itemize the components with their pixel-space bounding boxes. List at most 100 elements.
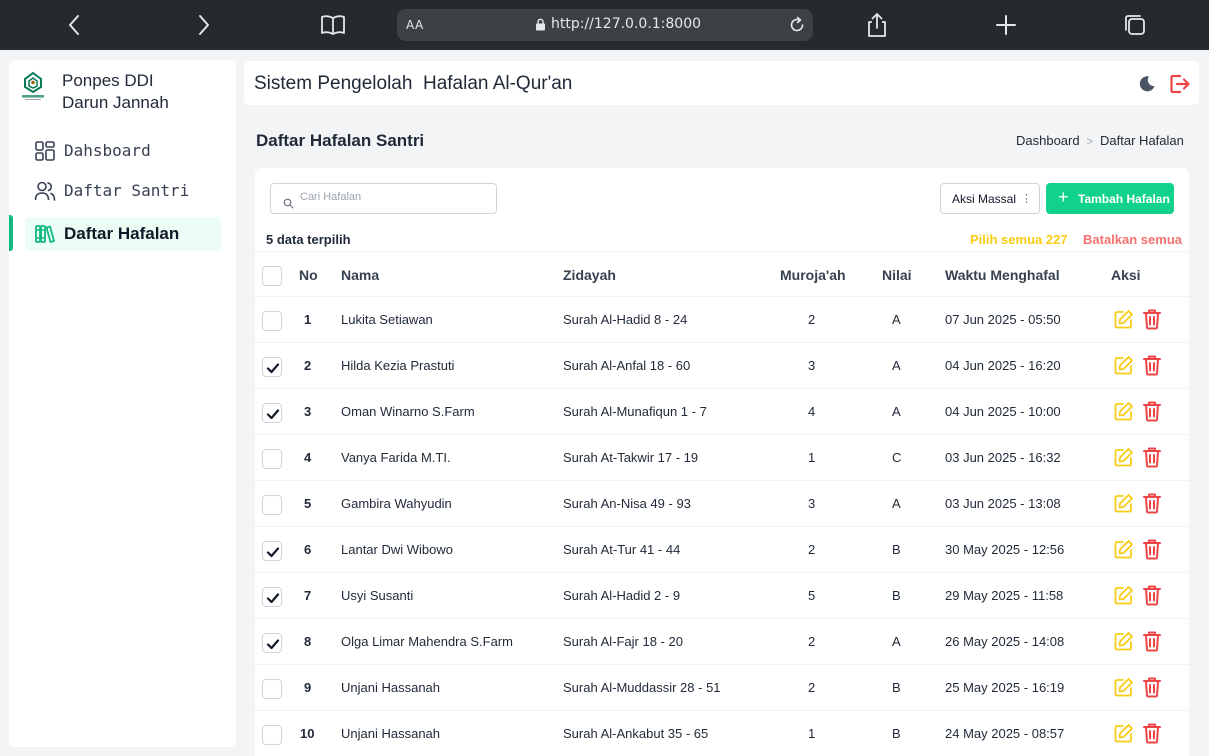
table-row: 3 Oman Winarno S.Farm Surah Al-Munafiqun 1… bbox=[255, 389, 1189, 435]
cell-murojaah: 1 bbox=[808, 726, 816, 741]
row-checkbox[interactable] bbox=[262, 495, 282, 515]
hafalan-card: Aksi Massal ⋮ + Tambah Hafalan 5 data te… bbox=[255, 168, 1189, 756]
column-header-no: No bbox=[299, 267, 318, 283]
checkmark-icon bbox=[265, 590, 281, 610]
top-header: Sistem Pengelolah Hafalan Al-Qur'an bbox=[244, 61, 1199, 105]
reload-icon[interactable] bbox=[787, 15, 807, 35]
row-checkbox[interactable] bbox=[262, 311, 282, 331]
edit-icon[interactable] bbox=[1113, 631, 1134, 656]
edit-icon[interactable] bbox=[1113, 447, 1134, 472]
chevron-right-icon: > bbox=[1086, 136, 1094, 148]
cancel-all-link[interactable]: Batalkan semua bbox=[1083, 232, 1182, 247]
trash-icon[interactable] bbox=[1142, 492, 1162, 518]
cell-no: 4 bbox=[304, 450, 312, 465]
column-header-zidayah: Zidayah bbox=[563, 267, 616, 283]
row-checkbox[interactable] bbox=[262, 587, 282, 607]
sidebar-item-label: Daftar Hafalan bbox=[64, 224, 180, 243]
edit-icon[interactable] bbox=[1113, 723, 1134, 748]
trash-icon[interactable] bbox=[1142, 722, 1162, 748]
reader-toggle[interactable]: AA bbox=[406, 18, 424, 32]
bulk-action-button[interactable]: Aksi Massal ⋮ bbox=[940, 183, 1040, 214]
row-checkbox[interactable] bbox=[262, 725, 282, 745]
cell-zidayah: Surah At-Tur 41 - 44 bbox=[563, 542, 681, 557]
trash-icon[interactable] bbox=[1142, 676, 1162, 702]
table-row: 4 Vanya Farida M.TI. Surah At-Takwir 17 - … bbox=[255, 435, 1189, 481]
users-icon bbox=[34, 180, 56, 206]
address-bar[interactable]: AA http://127.0.0.1:8000 bbox=[397, 9, 813, 41]
sidebar-item-santri[interactable]: Daftar Santri bbox=[25, 174, 221, 208]
bulk-action-label: Aksi Massal bbox=[952, 192, 1017, 206]
select-all-checkbox[interactable] bbox=[262, 266, 282, 286]
checkmark-icon bbox=[265, 360, 281, 380]
trash-icon[interactable] bbox=[1142, 630, 1162, 656]
sidebar: Ponpes DDI Darun Jannah Dahsboard Daftar… bbox=[9, 60, 236, 747]
select-all-link[interactable]: Pilih semua 227 bbox=[970, 232, 1068, 247]
table-row: 7 Usyi Susanti Surah Al-Hadid 2 - 9 5 B 29 Ma… bbox=[255, 573, 1189, 619]
row-checkbox[interactable] bbox=[262, 403, 282, 423]
table-row: 6 Lantar Dwi Wibowo Surah At-Tur 41 - 44 2 B… bbox=[255, 527, 1189, 573]
edit-icon[interactable] bbox=[1113, 401, 1134, 426]
edit-icon[interactable] bbox=[1113, 493, 1134, 518]
edit-icon[interactable] bbox=[1113, 309, 1134, 334]
share-icon[interactable] bbox=[864, 12, 890, 38]
edit-icon[interactable] bbox=[1113, 585, 1134, 610]
trash-icon[interactable] bbox=[1142, 584, 1162, 610]
search-box[interactable] bbox=[270, 183, 497, 214]
edit-icon[interactable] bbox=[1113, 539, 1134, 564]
moon-icon[interactable] bbox=[1138, 75, 1156, 97]
trash-icon[interactable] bbox=[1142, 354, 1162, 380]
search-input[interactable] bbox=[300, 191, 490, 203]
row-checkbox[interactable] bbox=[262, 357, 282, 377]
cell-waktu: 04 Jun 2025 - 16:20 bbox=[945, 358, 1061, 373]
cell-nilai: A bbox=[892, 312, 901, 327]
cell-waktu: 24 May 2025 - 08:57 bbox=[945, 726, 1065, 741]
tabs-icon[interactable] bbox=[1122, 12, 1148, 38]
url-text[interactable]: http://127.0.0.1:8000 bbox=[551, 16, 701, 32]
lock-icon bbox=[535, 18, 546, 31]
cell-nilai: B bbox=[892, 726, 901, 741]
cell-murojaah: 3 bbox=[808, 358, 816, 373]
checkmark-icon bbox=[265, 636, 281, 656]
cell-waktu: 07 Jun 2025 - 05:50 bbox=[945, 312, 1061, 327]
sidebar-item-dashboard[interactable]: Dahsboard bbox=[25, 134, 221, 168]
cell-zidayah: Surah Al-Ankabut 35 - 65 bbox=[563, 726, 709, 741]
bookmarks-icon[interactable] bbox=[320, 12, 346, 38]
brand-logo bbox=[21, 70, 45, 106]
row-checkbox[interactable] bbox=[262, 541, 282, 561]
cell-zidayah: Surah An-Nisa 49 - 93 bbox=[563, 496, 691, 511]
forward-icon[interactable] bbox=[190, 12, 216, 38]
cell-nilai: A bbox=[892, 634, 901, 649]
cell-nama: Unjani Hassanah bbox=[341, 726, 441, 741]
cell-nama: Lukita Setiawan bbox=[341, 312, 433, 327]
cell-waktu: 30 May 2025 - 12:56 bbox=[945, 542, 1065, 557]
table-row: 10 Unjani Hassanah Surah Al-Ankabut 35 - 6… bbox=[255, 711, 1189, 756]
trash-icon[interactable] bbox=[1142, 308, 1162, 334]
table-row: 8 Olga Limar Mahendra S.Farm Surah Al-Fajr… bbox=[255, 619, 1189, 665]
cell-murojaah: 2 bbox=[808, 634, 816, 649]
cell-zidayah: Surah At-Takwir 17 - 19 bbox=[563, 450, 699, 465]
cell-nilai: B bbox=[892, 542, 901, 557]
trash-icon[interactable] bbox=[1142, 400, 1162, 426]
new-tab-icon[interactable] bbox=[993, 12, 1019, 38]
cell-waktu: 26 May 2025 - 14:08 bbox=[945, 634, 1065, 649]
sidebar-item-label: Daftar Santri bbox=[64, 181, 190, 200]
row-checkbox[interactable] bbox=[262, 679, 282, 699]
cell-no: 7 bbox=[304, 588, 312, 603]
add-hafalan-button[interactable]: + Tambah Hafalan bbox=[1046, 183, 1174, 214]
edit-icon[interactable] bbox=[1113, 677, 1134, 702]
selection-count: 5 data terpilih bbox=[266, 232, 351, 247]
trash-icon[interactable] bbox=[1142, 538, 1162, 564]
cell-zidayah: Surah Al-Hadid 2 - 9 bbox=[563, 588, 681, 603]
edit-icon[interactable] bbox=[1113, 355, 1134, 380]
table-row: 5 Gambira Wahyudin Surah An-Nisa 49 - 93 3 A… bbox=[255, 481, 1189, 527]
table-row: 1 Lukita Setiawan Surah Al-Hadid 8 - 24 2 A 0… bbox=[255, 297, 1189, 343]
row-checkbox[interactable] bbox=[262, 449, 282, 469]
breadcrumb-dashboard[interactable]: Dashboard bbox=[1016, 133, 1080, 148]
trash-icon[interactable] bbox=[1142, 446, 1162, 472]
back-icon[interactable] bbox=[62, 12, 88, 38]
row-checkbox[interactable] bbox=[262, 633, 282, 653]
cell-no: 9 bbox=[304, 680, 312, 695]
sidebar-item-hafalan[interactable]: Daftar Hafalan bbox=[25, 217, 221, 251]
cell-nilai: C bbox=[892, 450, 902, 465]
logout-icon[interactable] bbox=[1169, 73, 1191, 99]
